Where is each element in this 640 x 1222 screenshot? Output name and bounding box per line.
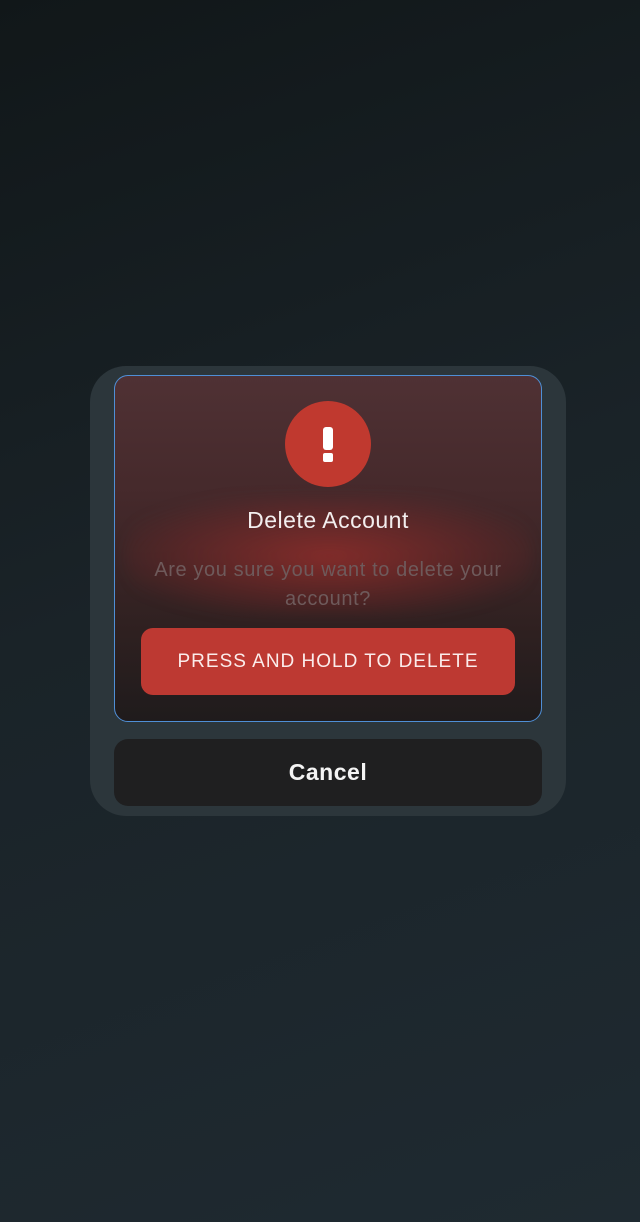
dialog-title: Delete Account: [247, 507, 409, 533]
press-and-hold-delete-button[interactable]: PRESS AND HOLD TO DELETE: [141, 628, 515, 695]
cancel-button[interactable]: Cancel: [114, 739, 542, 806]
dialog-message: Are you sure you want to delete your acc…: [154, 559, 502, 610]
delete-account-dialog: Delete Account Are you sure you want to …: [114, 375, 542, 722]
action-sheet: Delete Account Are you sure you want to …: [90, 366, 566, 816]
exclamation-icon: [285, 401, 371, 487]
